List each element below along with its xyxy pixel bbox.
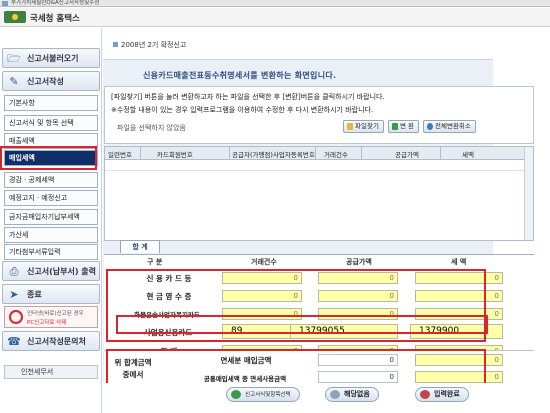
instruction-line-2: ※수정할 내용이 있는 경우 입력프로그램을 이용하여 수정한 후 다시 변환하… [111, 106, 374, 114]
window-titlebar: 부가가치세필란Q&A신고서작성및수정 [0, 0, 550, 7]
sidebar-item-gold-tax[interactable]: 금지금매입자기납부세액 [4, 209, 98, 225]
pen-icon: ✎ [9, 75, 19, 88]
close-icon [330, 390, 340, 399]
print-return-button[interactable]: ⎙ 신고서(납부서) 출력 [2, 261, 100, 281]
main-content: 2008년 2기 확정신고 신용카드매출전표등수취명세서를 변환하는 화면입니다… [103, 28, 550, 413]
no-entry-icon [9, 310, 23, 324]
folder-icon: 🗁 [7, 52, 21, 65]
not-applicable-button[interactable]: 해당없음 [325, 387, 379, 402]
tab-sum[interactable]: 합 계 [120, 240, 160, 253]
load-return-button[interactable]: 🗁 신고서불러오기 [2, 48, 100, 68]
instruction-line-1: [파일찾기] 버튼을 눌러 변환하고자 하는 파일을 선택한 후 [변환]버튼을… [111, 93, 385, 101]
sidebar: 🗁 신고서불러오기 ✎ 신고서작성 기본사항 신고서식 및 항목 선택 매출세액… [0, 28, 102, 413]
col-card-number: 카드회원번호 [157, 151, 193, 159]
app-title: 국세청 홈택스 [30, 14, 80, 24]
col-amount: 공급가액 [395, 151, 419, 159]
col-serial: 일련번호 [108, 151, 132, 159]
table-row[interactable] [105, 160, 533, 171]
panel-title: 신용카드매출전표등수취명세서를 변환하는 화면입니다. [143, 71, 337, 80]
deduction-highlight [106, 349, 486, 387]
hometax-logo-icon [4, 11, 26, 23]
list-icon [231, 390, 241, 399]
exit-icon: ➤ [9, 288, 19, 301]
check-icon [420, 390, 430, 399]
form-select-button[interactable]: 신고서식및항목선택 [226, 387, 300, 402]
col-count: 거래건수 [324, 151, 348, 159]
phone-icon: ☎ [7, 335, 21, 348]
print-return-label: 신고서(납부서) 출력 [27, 267, 96, 276]
card-list-header: 일련번호 카드회원번호 공급자(가맹점)사업자등록번호 거래건수 공급가액 세액 [105, 147, 533, 160]
write-return-label: 신고서작성 [27, 77, 64, 86]
bullet-icon [113, 42, 118, 47]
sidebar-item-prepayment[interactable]: 예정고지 · 예정신고 [4, 190, 98, 206]
convert-button[interactable]: 변 환 [388, 120, 420, 133]
sum-header-category: 구 분 [147, 258, 163, 266]
sum-header-amount: 공급가액 [346, 258, 372, 266]
pc-data-delete-line2: PC신고자료 삭제 [27, 320, 67, 326]
app-window-icon [2, 1, 8, 6]
active-item-highlight [0, 146, 97, 170]
sidebar-item-attachments[interactable]: 기타첨부서류입력 [4, 244, 98, 260]
printer-icon: ⎙ [9, 265, 19, 278]
app-header: 국세청 홈택스 [0, 8, 550, 27]
card-list-table: 일련번호 카드회원번호 공급자(가맹점)사업자등록번호 거래건수 공급가액 세액 [104, 146, 534, 241]
cancel-icon [427, 123, 433, 130]
input-complete-button[interactable]: 입력완료 [415, 387, 469, 402]
pc-data-delete-button[interactable]: 인터넷(바로)신고된 경우 PC신고자료 삭제 [4, 306, 98, 328]
file-status-text: 파일을 선택하지 않았음 [117, 124, 186, 132]
sidebar-item-basic-info[interactable]: 기본사항 [4, 95, 98, 111]
exit-label: 종료 [27, 290, 42, 299]
sum-header-tax: 세 액 [451, 258, 467, 266]
sum-header-count: 거래건수 [251, 258, 277, 266]
window-title: 부가가치세필란Q&A신고서작성및수정 [11, 0, 100, 6]
sidebar-item-form-select[interactable]: 신고서식 및 항목 선택 [4, 115, 98, 131]
cancel-all-convert-button[interactable]: 전체변환취소 [423, 120, 476, 133]
convert-icon [392, 123, 398, 130]
find-file-button[interactable]: 파일찾기 [343, 120, 384, 133]
load-return-label: 신고서불러오기 [27, 54, 79, 63]
sidebar-item-penalty[interactable]: 가산세 [4, 227, 98, 243]
inquiry-button[interactable]: ☎ 신고서작성문의처 [2, 331, 100, 351]
exit-button[interactable]: ➤ 종료 [2, 284, 100, 304]
sidebar-item-deduction[interactable]: 경감 · 공제세액 [4, 172, 98, 188]
folder-icon [347, 123, 353, 130]
inquiry-label: 신고서작성문의처 [27, 337, 86, 346]
tax-office-label: 인천세무서 [4, 365, 98, 379]
table-scrollbar[interactable] [524, 147, 533, 240]
pc-data-delete-line1: 인터넷(바로)신고된 경우 [27, 311, 84, 317]
col-merchant-bizno: 공급자(가맹점)사업자등록번호 [232, 151, 315, 159]
period-label: 2008년 2기 확정신고 [113, 40, 186, 50]
col-tax: 세액 [462, 151, 474, 159]
bottom-toolbar: 신고서식및항목선택 해당없음 입력완료 [103, 383, 550, 413]
business-card-highlight [116, 315, 488, 334]
instruction-box: [파일찾기] 버튼을 눌러 변환하고자 하는 파일을 선택한 후 [변환]버튼을… [104, 86, 534, 144]
write-return-button[interactable]: ✎ 신고서작성 [2, 71, 100, 91]
